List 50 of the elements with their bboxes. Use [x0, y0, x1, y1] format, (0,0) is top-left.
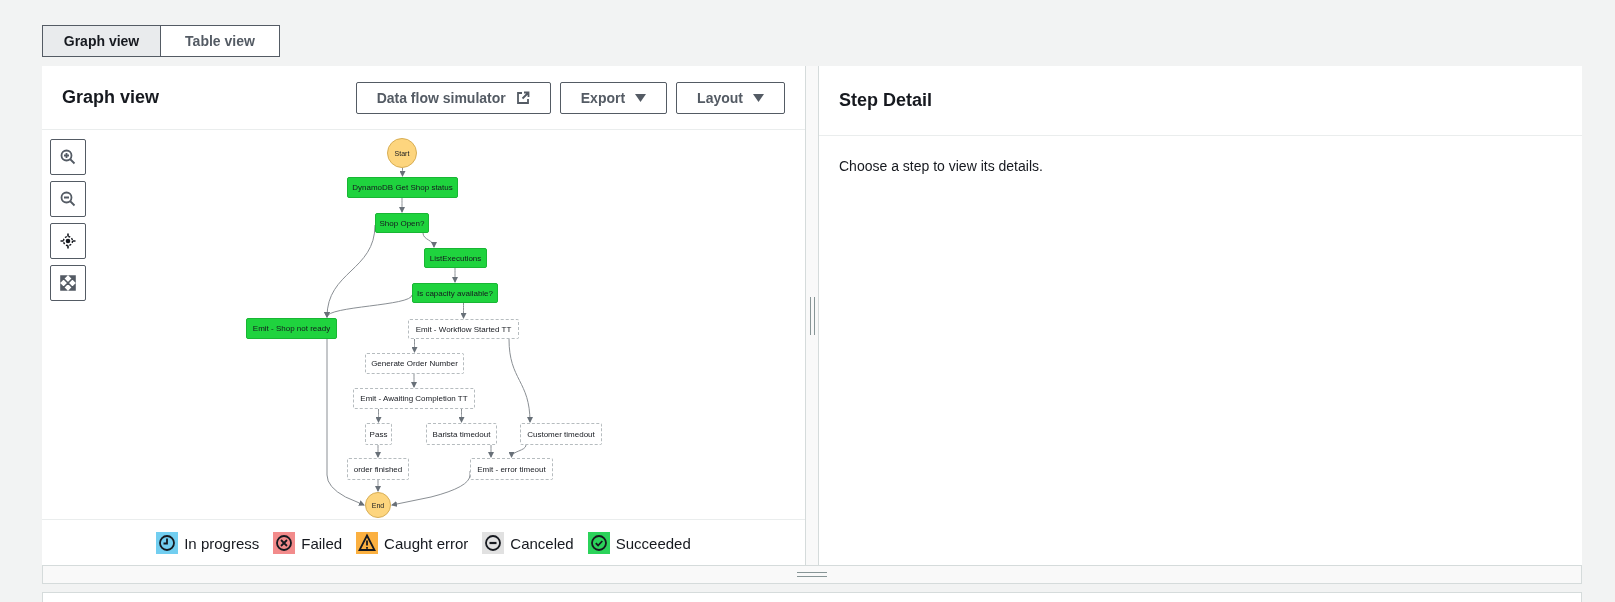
- legend-label: Canceled: [510, 534, 574, 552]
- state-node[interactable]: order finished: [347, 458, 409, 480]
- transition-arrow: [422, 232, 437, 248]
- transition-arrow: [488, 444, 494, 458]
- panel-title: Step Detail: [839, 90, 933, 111]
- simulator-button[interactable]: Data flow simulator: [355, 81, 551, 114]
- transition-arrow: [411, 338, 418, 353]
- state-node[interactable]: Barista timedout: [426, 423, 497, 445]
- legend-label: In progress: [184, 534, 260, 552]
- state-node[interactable]: Pass: [365, 423, 392, 445]
- view-tab[interactable]: Table view: [161, 25, 280, 57]
- transition-arrow: [458, 408, 465, 423]
- transition-arrow: [399, 167, 406, 177]
- transition-arrow: [375, 444, 381, 458]
- target-icon: [60, 233, 76, 249]
- state-node[interactable]: ListExecutions: [424, 248, 487, 268]
- fit-button[interactable]: [50, 265, 86, 301]
- legend-label: Succeeded: [615, 534, 691, 552]
- zoom-out-button[interactable]: [50, 181, 86, 217]
- empty-message: Choose a step to view its details.: [839, 158, 1043, 174]
- transition-arrow: [399, 197, 405, 213]
- legend-label: Failed: [301, 534, 343, 552]
- state-node[interactable]: Emit - Awaiting Completion TT: [353, 388, 475, 409]
- state-node[interactable]: Customer timedout: [520, 423, 602, 445]
- transition-arrow: [509, 444, 527, 458]
- state-node[interactable]: Emit - Shop not ready: [246, 318, 337, 339]
- caret-icon: [635, 93, 647, 102]
- state-node[interactable]: Is capacity available?: [412, 283, 498, 303]
- transition-arrow: [375, 408, 382, 423]
- zoom-out-icon: [60, 191, 76, 207]
- state-node[interactable]: Emit - Workflow Started TT: [408, 319, 519, 339]
- zoom-in-button[interactable]: [50, 139, 86, 175]
- state-node[interactable]: Emit - error timeout: [470, 458, 553, 480]
- dropdown-button[interactable]: Export: [559, 81, 668, 114]
- state-node[interactable]: Generate Order Number: [365, 353, 464, 374]
- transition-arrow: [411, 373, 417, 388]
- expand-icon: [60, 275, 76, 291]
- dropdown-button[interactable]: Layout: [676, 81, 785, 114]
- zoom-in-icon: [60, 149, 76, 165]
- caret-icon: [753, 93, 764, 102]
- transition-arrow: [452, 267, 458, 283]
- transition-arrow: [460, 302, 467, 319]
- view-tab[interactable]: Graph view: [42, 25, 161, 57]
- state-node[interactable]: Shop Open?: [375, 213, 429, 233]
- legend-label: Caught error: [384, 534, 469, 552]
- center-button[interactable]: [50, 223, 86, 259]
- transition-arrow: [375, 479, 381, 492]
- state-node[interactable]: DynamoDB Get Shop status: [347, 177, 458, 198]
- panel-title: Graph view: [62, 87, 160, 108]
- external-link-icon: [515, 90, 530, 105]
